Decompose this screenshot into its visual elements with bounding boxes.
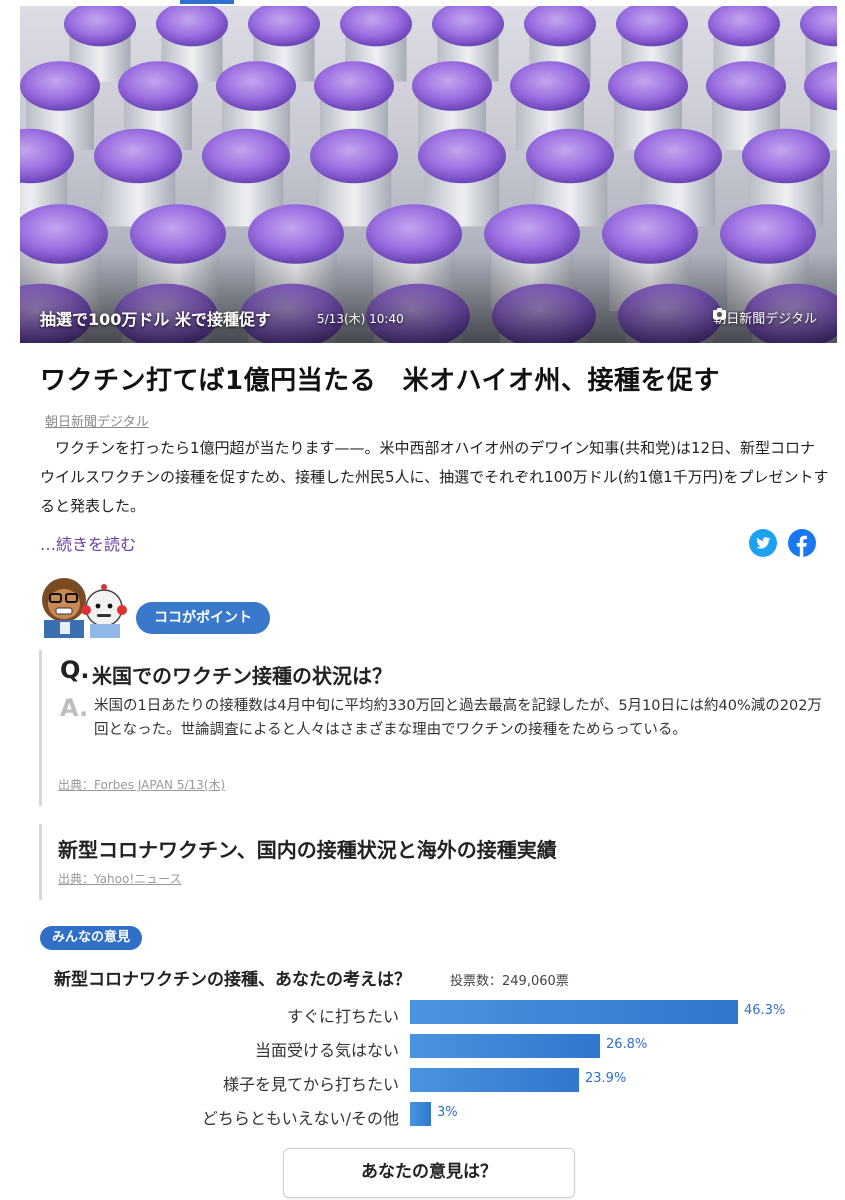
poll-bar <box>410 1102 431 1126</box>
hero-image[interactable]: 抽選で100万ドル 米で接種促す 5/13(木) 10:40 朝日新聞デジタル <box>20 6 837 343</box>
point-label: ココがポイント <box>136 602 270 634</box>
poll-question: 新型コロナワクチンの接種、あなたの考えは？ <box>54 970 411 990</box>
poll-option-label: すぐに打ちたい <box>286 1007 399 1026</box>
vial-cap <box>20 61 100 111</box>
poll-option-label: 様子を見てから打ちたい <box>222 1075 399 1094</box>
poll-percent: 23.9% <box>585 1071 627 1086</box>
qa-source-link[interactable]: 出典：Forbes JAPAN 5/13(木) <box>58 776 225 793</box>
facebook-share-button[interactable] <box>788 529 816 557</box>
facebook-icon <box>796 535 807 557</box>
poll-bar <box>410 1034 600 1058</box>
twitter-icon <box>756 537 771 549</box>
poll-bar <box>410 1000 738 1024</box>
poll-option-label: どちらともいえない/その他 <box>201 1109 399 1128</box>
hero-source-label: 朝日新聞デジタル <box>713 312 817 327</box>
vial-cap <box>310 128 398 184</box>
vial-cap <box>216 61 296 111</box>
poll-bar-track: 46.3% <box>410 1000 790 1024</box>
poll-percent: 26.8% <box>606 1037 648 1052</box>
article-headline[interactable]: ワクチン打てば1億円当たる 米オハイオ州、接種を促す <box>40 360 720 397</box>
hero-source: 朝日新聞デジタル <box>713 308 817 327</box>
vial-cap <box>526 128 614 184</box>
poll-bar <box>410 1068 579 1092</box>
poll-option-row: 当面受ける気はない 26.8% <box>20 1034 837 1060</box>
vial-cap <box>94 128 182 184</box>
top-nav-active-indicator <box>180 0 234 4</box>
poll-vote-count: 投票数：249,060票 <box>450 974 569 989</box>
vial-cap <box>418 128 506 184</box>
qa-box: Q. 米国でのワクチン接種の状況は？ A. 米国の1日あたりの接種数は4月中旬に… <box>39 650 822 806</box>
answer-mark-label: A. <box>60 694 89 722</box>
related-article-title[interactable]: 新型コロナワクチン、国内の接種状況と海外の接種実績 <box>58 834 557 863</box>
poll-option-row: 様子を見てから打ちたい 23.9% <box>20 1068 837 1094</box>
poll-option-row: すぐに打ちたい 46.3% <box>20 1000 837 1026</box>
vial-cap <box>634 128 722 184</box>
poll-bar-track: 3% <box>410 1102 790 1126</box>
vial-cap <box>510 61 590 111</box>
read-more-link[interactable]: …続きを読む <box>40 531 136 555</box>
poll-option-row: どちらともいえない/その他 3% <box>20 1102 837 1128</box>
poll-percent: 3% <box>437 1105 458 1120</box>
poll-percent: 46.3% <box>744 1003 786 1018</box>
question-mark-label: Q. <box>60 656 90 684</box>
poll-option-label: 当面受ける気はない <box>254 1041 399 1060</box>
related-source-link[interactable]: 出典：Yahoo!ニュース <box>58 870 182 887</box>
poll-bar-track: 23.9% <box>410 1068 790 1092</box>
vial-cap <box>118 61 198 111</box>
article-card: 抽選で100万ドル 米で接種促す 5/13(木) 10:40 朝日新聞デジタル … <box>20 6 837 1200</box>
vial-cap <box>314 61 394 111</box>
vial-cap <box>706 61 786 111</box>
vial-cap <box>742 128 830 184</box>
answer-text: 米国の1日あたりの接種数は4月中旬に平均約330万回と過去最高を記録したが、5月… <box>94 698 822 738</box>
publisher-link[interactable]: 朝日新聞デジタル <box>45 411 149 430</box>
question-text: 米国でのワクチン接種の状況は？ <box>92 664 392 688</box>
vial-cap <box>412 61 492 111</box>
camera-icon <box>713 308 727 319</box>
twitter-share-button[interactable] <box>749 529 777 557</box>
hero-timestamp: 5/13(木) 10:40 <box>317 312 404 326</box>
hero-caption[interactable]: 抽選で100万ドル 米で接種促す <box>40 306 271 330</box>
poll-bar-track: 26.8% <box>410 1034 790 1058</box>
vial-cap <box>608 61 688 111</box>
poll-badge: みんなの意見 <box>40 926 143 950</box>
related-article[interactable]: 新型コロナワクチン、国内の接種状況と海外の接種実績 出典：Yahoo!ニュース <box>39 824 822 900</box>
vial-cap <box>202 128 290 184</box>
article-summary: ワクチンを打ったら1億円超が当たります——。米中西部オハイオ州のデワイン知事(共… <box>40 439 829 515</box>
your-opinion-button[interactable]: あなたの意見は？ <box>283 1148 575 1198</box>
mascot-illustration <box>42 578 127 638</box>
